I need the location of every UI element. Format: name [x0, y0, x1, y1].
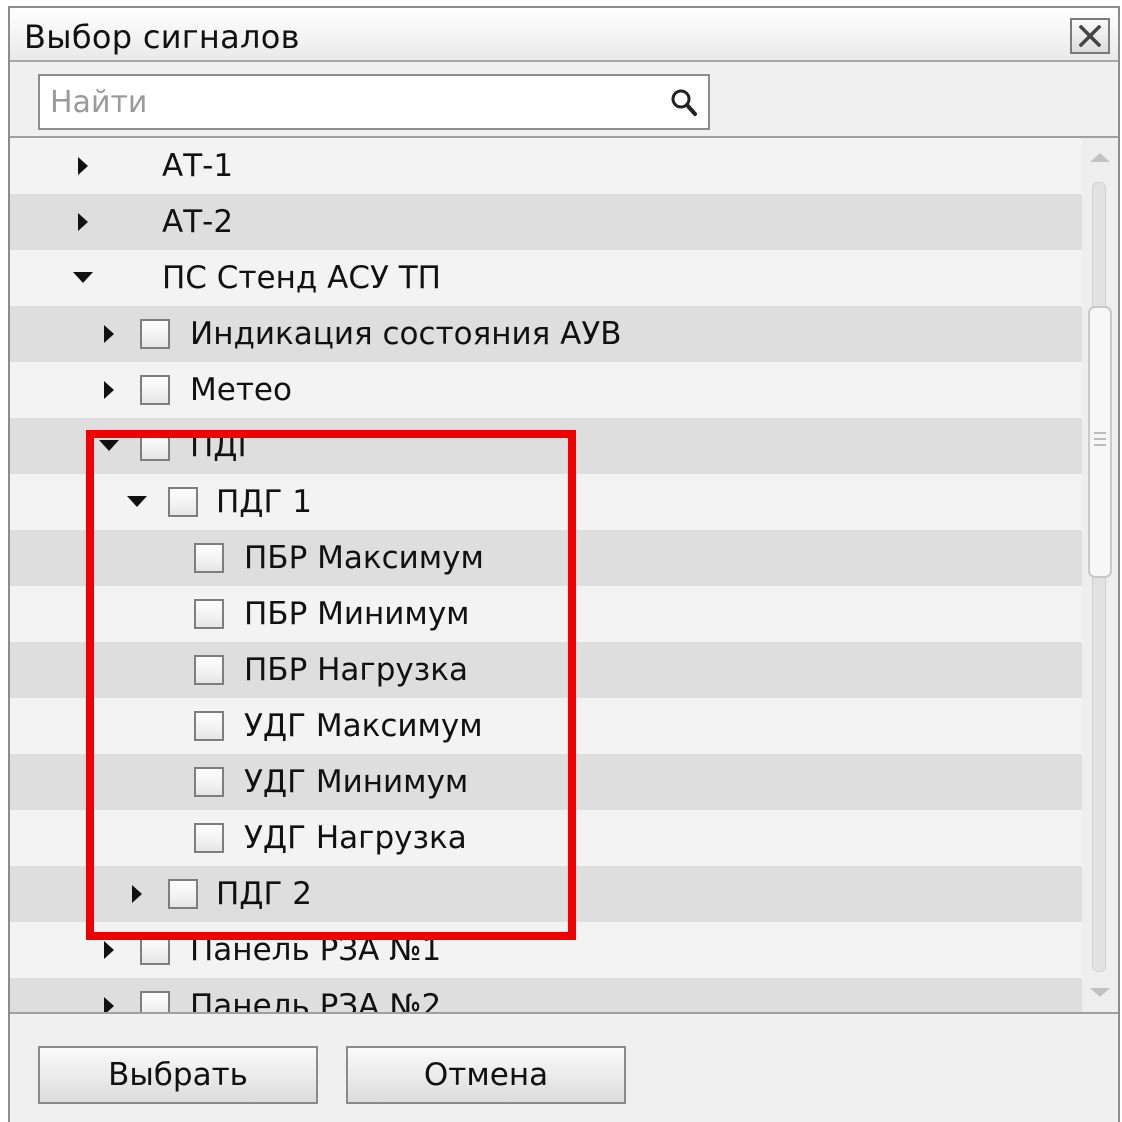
signal-tree[interactable]: АТ-1 АТ-2 ПС Стенд АСУ ТП Индикация состоян… — [10, 138, 1086, 1014]
tree-item-label: ПБР Максимум — [244, 540, 484, 576]
tree-item[interactable]: Панель РЗА №1 — [10, 922, 1086, 978]
tree-item-label: ПДГ — [190, 428, 257, 464]
tree-item-checkbox[interactable] — [140, 375, 170, 405]
tree-item[interactable]: Панель РЗА №2 — [10, 978, 1086, 1014]
search-input[interactable] — [50, 82, 650, 122]
tree-item-label: Метео — [190, 372, 292, 408]
tree-item[interactable]: ПДГ 2 — [10, 866, 1086, 922]
tree-item-label: АТ-2 — [162, 204, 234, 240]
tree-item-label: Панель РЗА №1 — [190, 932, 442, 968]
tree-item-label: Панель РЗА №2 — [190, 988, 442, 1014]
tree-item-label: УДГ Максимум — [244, 708, 483, 744]
close-icon — [1079, 25, 1101, 47]
tree-item-checkbox[interactable] — [140, 935, 170, 965]
triangle-right-icon[interactable] — [98, 306, 122, 362]
tree-item-checkbox[interactable] — [194, 767, 224, 797]
tree-item[interactable]: УДГ Минимум — [10, 754, 1086, 810]
tree-item-checkbox[interactable] — [168, 879, 198, 909]
grip-line — [1094, 438, 1106, 440]
tree-item[interactable]: ПДГ 1 — [10, 474, 1086, 530]
tree-item-checkbox[interactable] — [194, 655, 224, 685]
tree-item-label: АТ-1 — [162, 148, 234, 184]
scroll-up-arrow-icon[interactable] — [1088, 150, 1112, 164]
tree-item[interactable]: ПБР Максимум — [10, 530, 1086, 586]
tree-item-checkbox[interactable] — [194, 599, 224, 629]
scroll-down-arrow-icon[interactable] — [1088, 986, 1112, 1000]
triangle-down-icon[interactable] — [98, 418, 122, 474]
grip-line — [1094, 432, 1106, 434]
tree-item-checkbox[interactable] — [140, 431, 170, 461]
triangle-right-icon[interactable] — [72, 138, 96, 194]
tree-item-checkbox[interactable] — [194, 543, 224, 573]
title-bar: Выбор сигналов — [10, 8, 1118, 62]
tree-item[interactable]: Индикация состояния АУВ — [10, 306, 1086, 362]
tree-item[interactable]: АТ-1 — [10, 138, 1086, 194]
grip-line — [1094, 444, 1106, 446]
triangle-down-icon[interactable] — [72, 250, 96, 306]
triangle-right-icon[interactable] — [98, 922, 122, 978]
button-bar: Выбрать Отмена — [10, 1012, 1118, 1122]
tree-item-checkbox[interactable] — [140, 319, 170, 349]
tree-item[interactable]: ПДГ — [10, 418, 1086, 474]
tree-item-checkbox[interactable] — [194, 711, 224, 741]
signal-selection-dialog: Выбор сигналов АТ-1 АТ-2 ПС Стенд АСУ ТП Ин… — [8, 6, 1120, 1122]
tree-item-label: ПБР Нагрузка — [244, 652, 468, 688]
tree-item-label: ПДГ 1 — [216, 484, 313, 520]
search-box[interactable] — [38, 74, 710, 130]
tree-item-checkbox[interactable] — [140, 991, 170, 1014]
tree-item[interactable]: УДГ Максимум — [10, 698, 1086, 754]
triangle-right-icon[interactable] — [98, 978, 122, 1014]
tree-item-label: ПДГ 2 — [216, 876, 313, 912]
tree-item[interactable]: ПС Стенд АСУ ТП — [10, 250, 1086, 306]
scroll-thumb[interactable] — [1088, 306, 1112, 578]
tree-item-label: УДГ Минимум — [244, 764, 469, 800]
cancel-button[interactable]: Отмена — [346, 1046, 626, 1104]
tree-item-label: УДГ Нагрузка — [244, 820, 467, 856]
tree-item[interactable]: УДГ Нагрузка — [10, 810, 1086, 866]
tree-item-label: ПС Стенд АСУ ТП — [162, 260, 441, 296]
tree-item[interactable]: Метео — [10, 362, 1086, 418]
search-icon[interactable] — [670, 88, 698, 118]
triangle-right-icon[interactable] — [126, 866, 150, 922]
triangle-right-icon[interactable] — [72, 194, 96, 250]
select-button[interactable]: Выбрать — [38, 1046, 318, 1104]
tree-item[interactable]: ПБР Минимум — [10, 586, 1086, 642]
tree-item[interactable]: ПБР Нагрузка — [10, 642, 1086, 698]
triangle-right-icon[interactable] — [98, 362, 122, 418]
tree-item-label: Индикация состояния АУВ — [190, 316, 622, 352]
close-button[interactable] — [1070, 18, 1110, 54]
dialog-title: Выбор сигналов — [24, 18, 300, 56]
tree-item[interactable]: АТ-2 — [10, 194, 1086, 250]
triangle-down-icon[interactable] — [126, 474, 150, 530]
tree-item-checkbox[interactable] — [194, 823, 224, 853]
vertical-scrollbar[interactable] — [1082, 138, 1118, 1014]
tree-item-label: ПБР Минимум — [244, 596, 470, 632]
search-area — [10, 62, 1118, 138]
tree-item-checkbox[interactable] — [168, 487, 198, 517]
